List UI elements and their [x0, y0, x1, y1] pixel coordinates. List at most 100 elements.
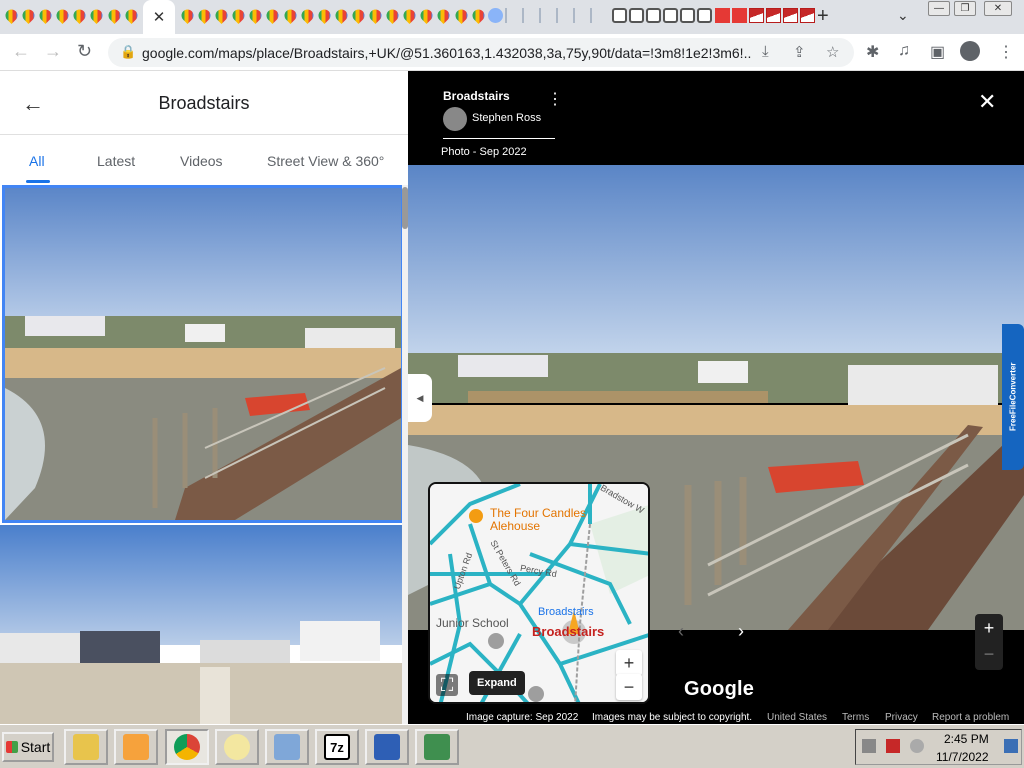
- maps-tab-icon[interactable]: [349, 7, 367, 24]
- maps-tab-icon[interactable]: [367, 7, 385, 24]
- back-arrow-icon[interactable]: ←: [12, 41, 30, 62]
- tab-icon[interactable]: [590, 8, 605, 23]
- tab-icon[interactable]: [612, 8, 627, 23]
- tab-icon[interactable]: [748, 8, 764, 23]
- maps-tab-icon[interactable]: [264, 7, 282, 24]
- place-name[interactable]: Broadstairs: [443, 89, 510, 103]
- maps-tab-icon[interactable]: [281, 7, 299, 24]
- display-button[interactable]: [415, 729, 459, 765]
- town-label[interactable]: Broadstairs: [532, 624, 604, 639]
- maps-tab-icon[interactable]: [247, 7, 265, 24]
- clock-time[interactable]: 2:45 PM: [944, 732, 989, 746]
- chrome-button[interactable]: [165, 729, 209, 765]
- tab-icon[interactable]: [800, 8, 816, 23]
- tab-icon[interactable]: [697, 8, 713, 23]
- media-control-icon[interactable]: ♫: [898, 42, 910, 60]
- restore-button[interactable]: ❐: [954, 1, 976, 16]
- maps-tab-icon[interactable]: [37, 7, 55, 24]
- tab-close-icon[interactable]: ✕: [153, 8, 166, 26]
- maps-tab-icon[interactable]: [435, 7, 453, 24]
- terms-link[interactable]: Terms: [842, 712, 869, 723]
- maps-tab-icon[interactable]: [88, 7, 106, 24]
- maps-tab-icon[interactable]: [122, 7, 140, 24]
- privacy-link[interactable]: Privacy: [885, 712, 918, 723]
- tab-search-button[interactable]: ⌄: [897, 7, 909, 24]
- photo-thumbnail[interactable]: [0, 525, 404, 724]
- poi-label[interactable]: The Four Candles: [490, 506, 586, 520]
- tab-latest[interactable]: Latest: [97, 153, 135, 169]
- poi-label[interactable]: Alehouse: [490, 519, 540, 533]
- maps-tab-icon[interactable]: [332, 7, 350, 24]
- minimize-button[interactable]: —: [928, 1, 950, 16]
- install-icon[interactable]: ⤓: [762, 43, 769, 60]
- maps-tab-icon[interactable]: [230, 7, 248, 24]
- maps-tab-icon[interactable]: [418, 7, 436, 24]
- report-problem-link[interactable]: Report a problem: [932, 712, 1009, 723]
- tab-icon[interactable]: [521, 8, 537, 23]
- photo-thumbnail-selected[interactable]: [2, 185, 404, 523]
- lock-icon[interactable]: 🔒: [120, 44, 136, 60]
- chat-button[interactable]: [215, 729, 259, 765]
- minimap-zoom-in[interactable]: +: [616, 650, 642, 676]
- author-avatar[interactable]: [443, 107, 467, 131]
- reload-icon[interactable]: ↻: [77, 41, 92, 62]
- tab-icon[interactable]: [646, 8, 662, 23]
- tab-icon[interactable]: [680, 8, 696, 23]
- volume-icon[interactable]: [910, 739, 924, 753]
- maps-tab-icon[interactable]: [298, 7, 316, 24]
- minimap-zoom-out[interactable]: −: [616, 674, 642, 700]
- school-label[interactable]: Junior School: [436, 616, 509, 630]
- more-options-icon[interactable]: ⋮: [547, 89, 563, 109]
- tab-all[interactable]: All: [29, 153, 45, 169]
- media-player-button[interactable]: [114, 729, 158, 765]
- maps-tab-icon[interactable]: [384, 7, 402, 24]
- collapse-panel-button[interactable]: ◀: [408, 374, 432, 422]
- tab-videos[interactable]: Videos: [180, 153, 223, 169]
- maps-tab-icon[interactable]: [179, 7, 196, 24]
- next-photo-arrow[interactable]: ›: [738, 621, 744, 642]
- security-alert-icon[interactable]: [886, 739, 900, 753]
- maps-tab-icon[interactable]: [105, 7, 123, 24]
- new-tab-button[interactable]: +: [817, 5, 829, 28]
- close-window-button[interactable]: ✕: [984, 1, 1012, 16]
- tab-icon[interactable]: [504, 8, 520, 23]
- station-label[interactable]: Broadstairs: [538, 606, 594, 618]
- youtube-tab-icon[interactable]: [714, 8, 730, 23]
- zoom-out-button[interactable]: −: [975, 644, 1003, 665]
- extensions-puzzle-icon[interactable]: ✱: [866, 42, 879, 62]
- active-tab[interactable]: ✕: [143, 0, 175, 34]
- maps-tab-icon[interactable]: [315, 7, 333, 24]
- maps-tab-icon[interactable]: [452, 7, 470, 24]
- address-bar[interactable]: 🔒 google.com/maps/place/Broadstairs,+UK/…: [108, 38, 854, 67]
- side-panel-icon[interactable]: ▣: [930, 42, 945, 62]
- country-link[interactable]: United States: [767, 712, 827, 723]
- zoom-in-button[interactable]: +: [975, 618, 1003, 639]
- tab-icon[interactable]: [556, 8, 571, 23]
- earth-tab-icon[interactable]: [487, 8, 503, 23]
- tab-icon[interactable]: [538, 8, 554, 23]
- maps-tab-icon[interactable]: [213, 7, 231, 24]
- tab-icon[interactable]: [629, 8, 645, 23]
- file-explorer-button[interactable]: [64, 729, 108, 765]
- previous-photo-arrow[interactable]: ‹: [678, 621, 684, 642]
- maps-tab-icon[interactable]: [20, 7, 38, 24]
- control-panel-button[interactable]: [265, 729, 309, 765]
- show-desktop-icon[interactable]: [1004, 739, 1018, 753]
- author-name[interactable]: Stephen Ross: [472, 112, 541, 124]
- tab-icon[interactable]: [782, 8, 798, 23]
- profile-avatar[interactable]: [960, 41, 980, 61]
- maps-tab-icon[interactable]: [54, 7, 72, 24]
- extension-side-tab[interactable]: FreeFileConverter: [1002, 324, 1024, 470]
- close-icon[interactable]: ✕: [978, 89, 996, 115]
- bookmark-star-icon[interactable]: ☆: [826, 43, 839, 61]
- share-icon[interactable]: ⇪: [793, 43, 806, 61]
- maps-tab-icon[interactable]: [71, 7, 89, 24]
- clock-date[interactable]: 11/7/2022: [936, 750, 989, 764]
- network-icon[interactable]: [862, 739, 876, 753]
- start-button[interactable]: Start: [2, 732, 54, 762]
- tab-icon[interactable]: [663, 8, 679, 23]
- minimap[interactable]: The Four Candles Alehouse Bradstow W St …: [428, 482, 650, 704]
- maps-tab-icon[interactable]: [196, 7, 214, 24]
- maps-tab-icon[interactable]: [401, 7, 419, 24]
- tab-street-view[interactable]: Street View & 360°: [267, 153, 384, 169]
